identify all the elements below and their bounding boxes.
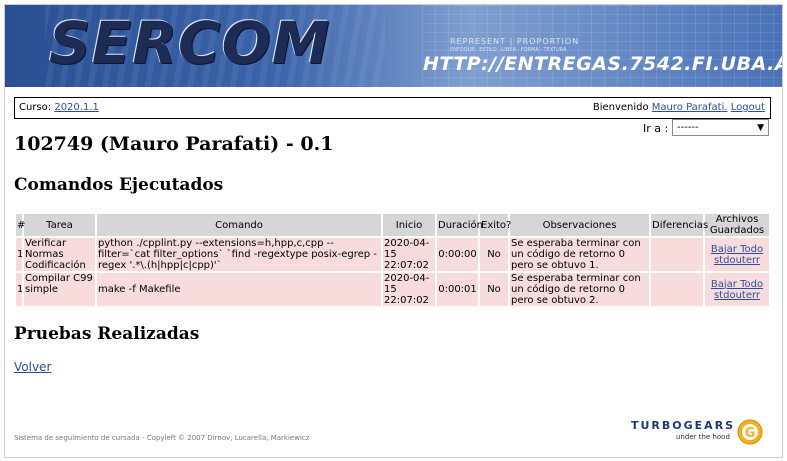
svg-text:G: G bbox=[745, 426, 756, 441]
curso-info: Curso: 2020.1.1 bbox=[19, 102, 99, 113]
logout-link[interactable]: Logout bbox=[731, 102, 765, 113]
col-header-duracion: Duración bbox=[437, 214, 483, 236]
cell-inicio: 2020-04-15 22:07:02 bbox=[383, 273, 435, 306]
user-info: Bienvenido Mauro Parafati. Logout bbox=[593, 102, 765, 113]
ira-select[interactable]: ------ ▼ bbox=[672, 119, 769, 136]
col-header-diferencias: Diferencias bbox=[651, 214, 708, 236]
section-title-comandos: Comandos Ejecutados bbox=[14, 175, 224, 195]
page-title: 102749 (Mauro Parafati) - 0.1 bbox=[14, 133, 334, 155]
cell-tarea: Verificar Normas Codificación bbox=[24, 238, 95, 271]
user-bar: Curso: 2020.1.1 Bienvenido Mauro Parafat… bbox=[14, 97, 771, 119]
cell-diferencias bbox=[651, 273, 703, 306]
cell-exito: No bbox=[480, 273, 508, 306]
cell-observaciones: Se esperaba terminar con un código de re… bbox=[510, 273, 649, 306]
cell-duracion: 0:00:01 bbox=[437, 273, 478, 306]
commands-table: # Tarea Comando Inicio Duración Exito? O… bbox=[14, 212, 771, 308]
cell-inicio: 2020-04-15 22:07:02 bbox=[383, 238, 435, 271]
col-header-observaciones: Observaciones bbox=[510, 214, 649, 236]
ira-label: Ir a : bbox=[643, 122, 669, 135]
turbogears-tagline: under the hood bbox=[676, 433, 730, 441]
curso-link[interactable]: 2020.1.1 bbox=[54, 102, 99, 113]
cell-archivos: Bajar Todo stdouterr bbox=[705, 238, 769, 271]
curso-label: Curso: bbox=[19, 102, 52, 113]
turbogears-logo-text: TURBOGEARS bbox=[631, 419, 736, 432]
banner-url: HTTP://ENTREGAS.7542.FI.UBA.AR bbox=[423, 53, 782, 75]
col-header-inicio: Inicio bbox=[383, 214, 435, 236]
col-header-exito: Exito? bbox=[480, 214, 511, 236]
bienvenido-label: Bienvenido bbox=[592, 102, 649, 113]
sercom-banner: SERCOM REPRESENT | PROPORTION ENFOQUE · … bbox=[5, 5, 782, 87]
page-frame: SERCOM REPRESENT | PROPORTION ENFOQUE · … bbox=[4, 4, 783, 458]
footer-copyleft: Sistema de seguimiento de cursada - Copy… bbox=[14, 434, 310, 442]
cell-exito: No bbox=[480, 238, 508, 271]
download-all-link[interactable]: Bajar Todo stdouterr bbox=[711, 244, 763, 266]
col-header-tarea: Tarea bbox=[24, 214, 95, 236]
ira-selected-value: ------ bbox=[677, 122, 699, 133]
table-row: 1 Verificar Normas Codificación python .… bbox=[16, 238, 769, 271]
volver-link[interactable]: Volver bbox=[14, 360, 51, 374]
sercom-logo: SERCOM bbox=[49, 9, 331, 77]
banner-small-text-1: REPRESENT | PROPORTION bbox=[450, 37, 580, 46]
cell-comando: make -f Makefile bbox=[97, 273, 381, 306]
user-profile-link[interactable]: Mauro Parafati. bbox=[652, 102, 728, 113]
section-title-pruebas: Pruebas Realizadas bbox=[14, 324, 200, 344]
dropdown-arrow-icon: ▼ bbox=[757, 123, 764, 133]
cell-tarea: Compilar C99 simple bbox=[24, 273, 95, 306]
col-header-comando: Comando bbox=[97, 214, 381, 236]
cell-diferencias bbox=[651, 238, 703, 271]
col-header-archivos: Archivos Guardados bbox=[705, 214, 769, 236]
table-header-row: # Tarea Comando Inicio Duración Exito? O… bbox=[16, 214, 769, 236]
cell-comando: python ./cpplint.py --extensions=h,hpp,c… bbox=[97, 238, 381, 271]
cell-num: 1 bbox=[16, 273, 22, 306]
download-all-link[interactable]: Bajar Todo stdouterr bbox=[711, 279, 763, 301]
col-header-num: # bbox=[16, 214, 25, 236]
cell-observaciones: Se esperaba terminar con un código de re… bbox=[510, 238, 649, 271]
cell-num: 1 bbox=[16, 238, 22, 271]
table-row: 1 Compilar C99 simple make -f Makefile 2… bbox=[16, 273, 769, 306]
cell-archivos: Bajar Todo stdouterr bbox=[705, 273, 769, 306]
cell-duracion: 0:00:00 bbox=[437, 238, 478, 271]
turbogears-gear-icon: G bbox=[737, 419, 763, 445]
